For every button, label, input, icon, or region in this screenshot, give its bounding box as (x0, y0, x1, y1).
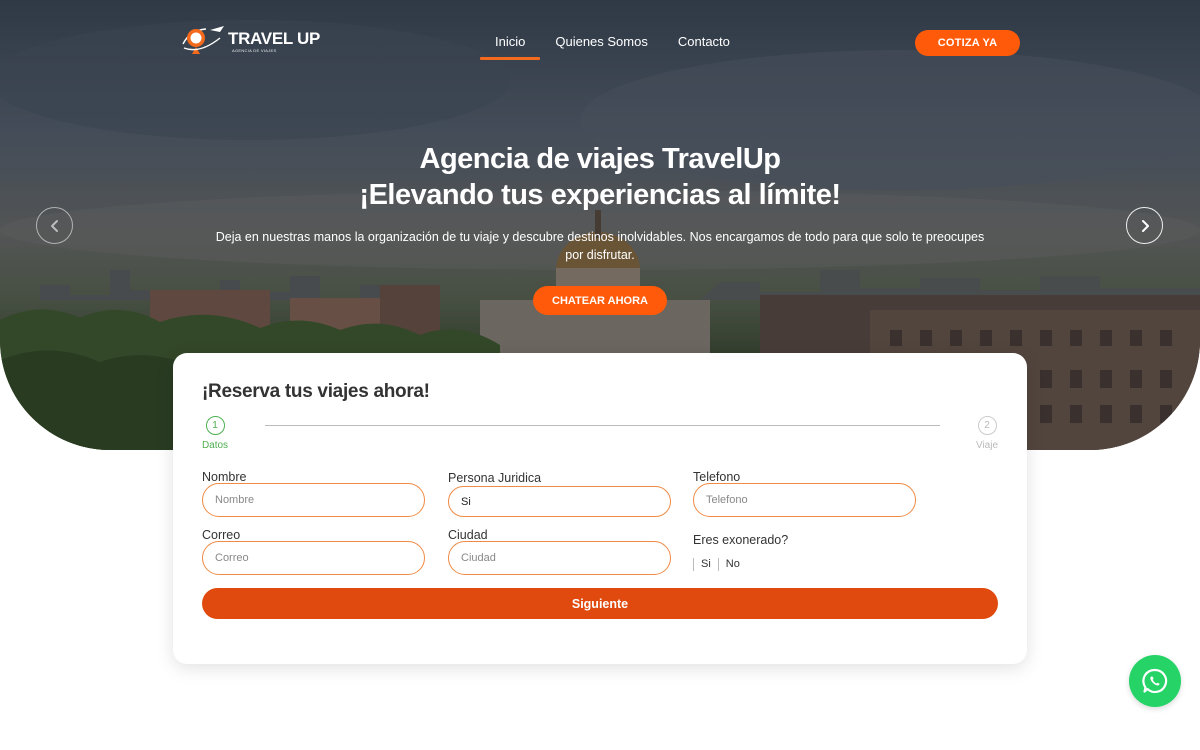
correo-label: Correo (202, 528, 241, 542)
hero-title-line2: ¡Elevando tus experiencias al límite! (359, 179, 841, 211)
form-title: ¡Reserva tus viajes ahora! (202, 381, 430, 402)
brand-tagline: AGENCIA DE VIAJES (232, 48, 277, 53)
step-progress-line (265, 425, 940, 426)
reservation-form-card: ¡Reserva tus viajes ahora! 1 Datos 2 Via… (173, 353, 1027, 664)
nav-item-inicio[interactable]: Inicio (480, 34, 541, 60)
plane-globe-icon (182, 26, 224, 54)
carousel-next-button[interactable] (1126, 207, 1163, 244)
hero-title-line1: Agencia de viajes TravelUp (419, 143, 781, 175)
chevron-right-icon (1141, 219, 1149, 232)
chatear-ahora-button[interactable]: CHATEAR AHORA (533, 286, 667, 315)
nombre-label: Nombre (202, 470, 247, 484)
exonerado-options: Si No (693, 558, 747, 571)
nav-item-contacto[interactable]: Contacto (663, 34, 745, 60)
step-datos[interactable]: 1 Datos (195, 416, 235, 451)
step-number: 2 (977, 416, 997, 435)
hero-description: Deja en nuestras manos la organización d… (215, 230, 985, 262)
chevron-left-icon (50, 219, 58, 232)
persona-juridica-label: Persona Juridica (448, 471, 542, 485)
nombre-input[interactable] (202, 483, 425, 517)
telefono-input[interactable] (693, 483, 916, 517)
carousel-prev-button[interactable] (36, 207, 73, 244)
step-label: Datos (201, 440, 229, 451)
ciudad-input[interactable] (448, 541, 671, 575)
persona-juridica-select[interactable] (448, 486, 671, 517)
exonerado-option-no[interactable]: No (717, 558, 747, 571)
cotiza-ya-button[interactable]: COTIZA YA (915, 30, 1020, 56)
step-number: 1 (205, 416, 225, 435)
exonerado-option-si[interactable]: Si (693, 558, 718, 571)
correo-input[interactable] (202, 541, 425, 575)
step-label: Viaje (975, 440, 999, 451)
step-viaje[interactable]: 2 Viaje (967, 416, 1007, 451)
telefono-label: Telefono (693, 470, 741, 484)
whatsapp-button[interactable] (1129, 655, 1181, 707)
brand-name: TRAVEL UP (228, 29, 321, 48)
hero-title: Agencia de viajes TravelUp ¡Elevando tus… (200, 141, 1000, 213)
brand-logo[interactable]: TRAVEL UP AGENCIA DE VIAJES (180, 22, 320, 58)
whatsapp-icon (1142, 668, 1168, 694)
ciudad-label: Ciudad (448, 528, 488, 542)
main-nav: Inicio Quienes Somos Contacto (480, 34, 745, 60)
nav-item-quienes-somos[interactable]: Quienes Somos (540, 34, 663, 60)
siguiente-button[interactable]: Siguiente (202, 588, 998, 619)
exonerado-label: Eres exonerado? (693, 533, 789, 547)
